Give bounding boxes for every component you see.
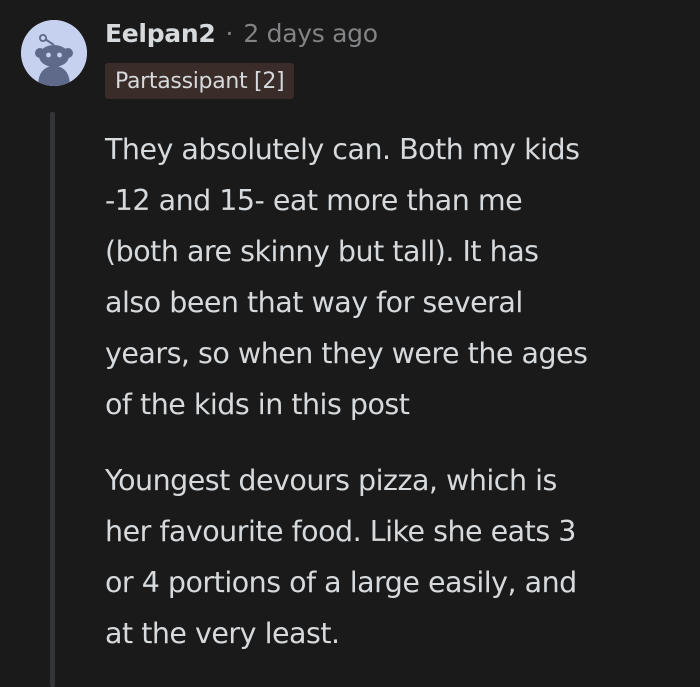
comment-line: -12 and 15- eat more than me	[105, 184, 523, 217]
comment-paragraph: Youngest devours pizza, which is her fav…	[105, 455, 690, 659]
timestamp[interactable]: 2 days ago	[243, 19, 378, 48]
comment-line: also been that way for several	[105, 286, 523, 319]
comment: Eelpan2 · 2 days ago Partassipant [2] Th…	[0, 0, 700, 687]
comment-line: years, so when they were the ages	[105, 337, 588, 370]
comment-meta: Eelpan2 · 2 days ago	[105, 14, 378, 52]
meta-separator: ·	[225, 18, 234, 48]
user-flair: Partassipant [2]	[105, 63, 295, 99]
comment-line: Youngest devours pizza, which is	[105, 464, 557, 497]
avatar[interactable]	[21, 20, 87, 86]
comment-body: They absolutely can. Both my kids -12 an…	[105, 124, 690, 684]
comment-line: at the very least.	[105, 617, 340, 650]
reddit-snoo-avatar-icon	[21, 20, 87, 86]
comment-line: or 4 portions of a large easily, and	[105, 566, 577, 599]
comment-line: her favourite food. Like she eats 3	[105, 515, 576, 548]
comment-line: of the kids in this post	[105, 388, 410, 421]
comment-paragraph: They absolutely can. Both my kids -12 an…	[105, 124, 690, 430]
comment-line: They absolutely can. Both my kids	[105, 133, 580, 166]
comment-line: (both are skinny but tall). It has	[105, 235, 539, 268]
thread-collapse-line[interactable]	[50, 112, 55, 687]
username-link[interactable]: Eelpan2	[105, 19, 216, 48]
